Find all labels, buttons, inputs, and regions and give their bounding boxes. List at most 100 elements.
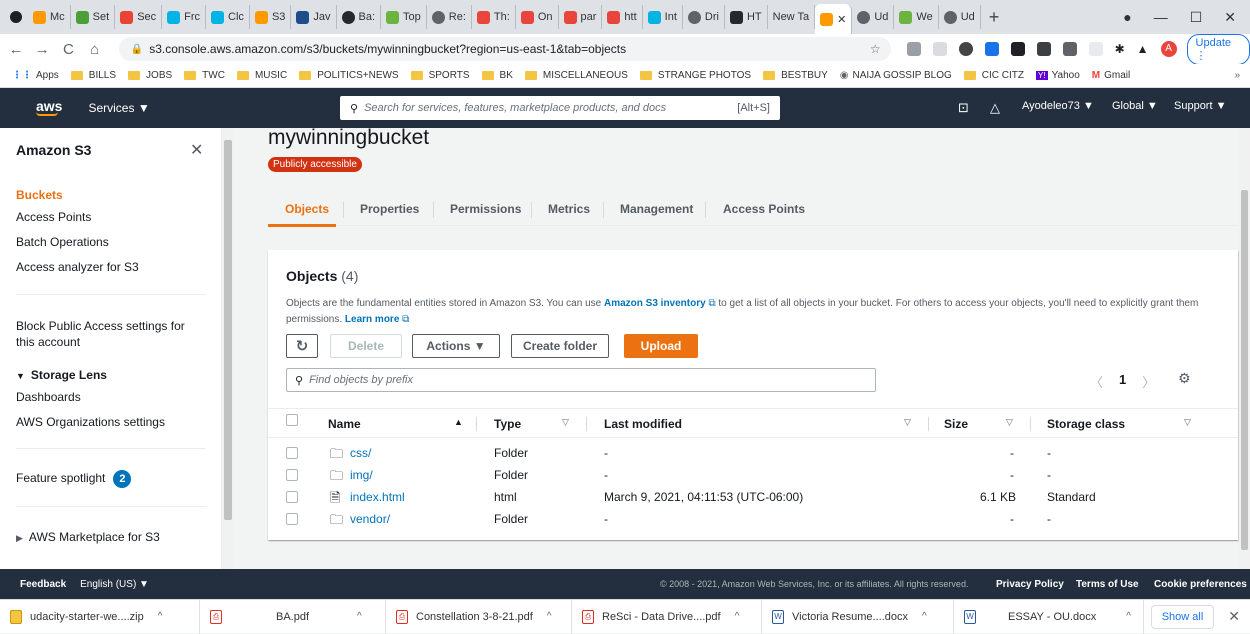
external-link-icon[interactable]: ⧉ (402, 314, 409, 325)
next-page-icon[interactable]: 〉 (1142, 372, 1155, 391)
row-checkbox[interactable] (286, 469, 298, 481)
user-menu[interactable]: Ayodeleo73 ▼ (1022, 100, 1094, 112)
new-tab-icon[interactable]: + (989, 7, 1000, 28)
download-item[interactable]: ⎙ ReSci - Data Drive....pdf ^ (572, 599, 762, 634)
create-folder-button[interactable]: Create folder (511, 334, 609, 358)
column-header-storage-class[interactable]: Storage class (1047, 417, 1125, 431)
download-item[interactable]: udacity-starter-we....zip ^ (0, 599, 200, 634)
region-menu[interactable]: Global ▼ (1112, 100, 1158, 112)
object-name-link[interactable]: img/ (350, 468, 373, 482)
refresh-button[interactable]: ↻ (286, 334, 318, 358)
object-name-link[interactable]: css/ (350, 446, 371, 460)
browser-tab[interactable]: htt (602, 5, 643, 29)
column-header-size[interactable]: Size (944, 417, 968, 431)
bookmark-folder[interactable]: JOBS (128, 70, 172, 81)
profile-dot-icon[interactable]: ● (1123, 9, 1131, 26)
column-header-last-modified[interactable]: Last modified (604, 417, 682, 431)
main-scroll-thumb[interactable] (1241, 190, 1248, 550)
browser-tab[interactable]: Re: (427, 5, 472, 29)
download-item[interactable]: W Victoria Resume....docx ^ (762, 599, 954, 634)
browser-tab[interactable]: Clc (206, 5, 250, 29)
browser-tab[interactable]: Frc (162, 5, 207, 29)
forward-icon[interactable]: → (32, 41, 52, 58)
sort-icon[interactable]: ▽ (1006, 417, 1013, 428)
support-menu[interactable]: Support ▼ (1174, 100, 1226, 112)
sidebar-item-batch-operations[interactable]: Batch Operations (16, 235, 109, 249)
puzzle-icon[interactable]: ✱ (1115, 42, 1125, 56)
chevron-up-icon[interactable]: ^ (547, 611, 552, 622)
inventory-link[interactable]: Amazon S3 inventory (604, 298, 706, 309)
external-link-icon[interactable]: ⧉ (708, 298, 715, 309)
sidebar-scroll-thumb[interactable] (224, 140, 232, 520)
avatar[interactable]: A (1160, 41, 1177, 57)
chevron-up-icon[interactable]: ^ (357, 611, 362, 622)
browser-tab[interactable]: S3 (250, 5, 292, 29)
browser-tab[interactable]: On (516, 5, 559, 29)
prev-page-icon[interactable]: 〈 (1090, 372, 1103, 391)
browser-tab[interactable]: Jav (291, 5, 337, 29)
bookmark-link[interactable]: Y! Yahoo (1036, 70, 1080, 81)
column-header-name[interactable]: Name (328, 417, 361, 431)
bookmark-apps[interactable]: ⋮⋮ Apps (12, 70, 59, 81)
tab-management[interactable]: Management (620, 202, 693, 216)
sidebar-item-access-points[interactable]: Access Points (16, 210, 91, 224)
browser-tab[interactable]: HT (725, 5, 768, 29)
cookie-preferences-link[interactable]: Cookie preferences (1154, 579, 1247, 590)
download-item[interactable]: ⎙ BA.pdf ^ (200, 599, 386, 634)
sort-asc-icon[interactable]: ▲ (454, 417, 463, 427)
table-row[interactable]: 🗀 img/ Folder - - - (268, 464, 1238, 486)
bookmark-folder[interactable]: POLITICS+NEWS (299, 70, 399, 81)
chevron-up-icon[interactable]: ^ (922, 611, 927, 622)
privacy-link[interactable]: Privacy Policy (996, 579, 1064, 590)
services-menu[interactable]: Services ▼ (88, 101, 149, 115)
download-item[interactable]: ⎙ Constellation 3-8-21.pdf ^ (386, 599, 572, 634)
bookmark-link[interactable]: M Gmail (1092, 70, 1130, 81)
object-name-link[interactable]: index.html (350, 490, 405, 504)
object-name-link[interactable]: vendor/ (350, 512, 390, 526)
chevron-up-icon[interactable]: ^ (158, 611, 163, 622)
back-icon[interactable]: ← (6, 41, 26, 58)
close-icon[interactable]: ✕ (190, 140, 203, 160)
sidebar-item-buckets[interactable]: Buckets (16, 188, 63, 202)
sort-icon[interactable]: ▽ (1184, 417, 1191, 428)
bookmark-folder[interactable]: BILLS (70, 70, 116, 81)
maximize-icon[interactable]: ☐ (1190, 9, 1203, 26)
table-row[interactable]: 🗀 css/ Folder - - - (268, 442, 1238, 464)
browser-tab[interactable]: Ud (852, 5, 895, 29)
sidebar-item-organizations[interactable]: AWS Organizations settings (16, 415, 165, 429)
browser-tab[interactable]: New Ta (768, 5, 816, 29)
chevron-up-icon[interactable]: ^ (1126, 611, 1131, 622)
aws-search-input[interactable]: ⚲ Search for services, features, marketp… (340, 96, 780, 120)
gear-icon[interactable]: ⚙ (1178, 370, 1191, 387)
table-row[interactable]: 🗀 vendor/ Folder - - - (268, 508, 1238, 530)
terms-link[interactable]: Terms of Use (1076, 579, 1139, 590)
browser-tab[interactable]: par (559, 5, 603, 29)
bookmark-folder[interactable]: MUSIC (236, 70, 287, 81)
sidebar-section-storage-lens[interactable]: ▼ Storage Lens (16, 368, 107, 382)
bookmark-link[interactable]: ◉ NAIJA GOSSIP BLOG (840, 70, 952, 81)
find-objects-input[interactable]: ⚲ Find objects by prefix (286, 368, 876, 392)
browser-tab[interactable]: Set (71, 5, 116, 29)
more-bookmarks-icon[interactable]: » (1234, 70, 1240, 81)
close-window-icon[interactable]: ✕ (1224, 9, 1236, 26)
bookmark-folder[interactable]: SPORTS (410, 70, 470, 81)
browser-tab[interactable]: Dri (683, 5, 725, 29)
tab-objects[interactable]: Objects (285, 202, 329, 216)
reload-icon[interactable]: C (58, 41, 78, 58)
bookmark-folder[interactable]: BESTBUY (763, 70, 828, 81)
browser-tab[interactable]: Top (381, 5, 427, 29)
column-header-type[interactable]: Type (494, 417, 521, 431)
url-field[interactable]: 🔒 s3.console.aws.amazon.com/s3/buckets/m… (118, 37, 891, 61)
sidebar-item-dashboards[interactable]: Dashboards (16, 390, 81, 404)
bookmark-folder[interactable]: CIC CITZ (963, 70, 1024, 81)
bookmark-folder[interactable]: MISCELLANEOUS (524, 70, 628, 81)
sidebar-item-marketplace[interactable]: ▶ AWS Marketplace for S3 (16, 530, 160, 544)
sort-icon[interactable]: ▽ (562, 417, 569, 428)
close-icon[interactable]: ✕ (1228, 608, 1240, 625)
extension-icon[interactable] (1088, 42, 1103, 56)
download-item[interactable]: W ESSAY - OU.docx ^ (954, 599, 1144, 634)
extension-icon[interactable] (906, 42, 921, 56)
row-checkbox[interactable] (286, 513, 298, 525)
browser-tab-active[interactable]: ✕ (815, 4, 853, 34)
extension-icon[interactable] (1010, 42, 1025, 56)
